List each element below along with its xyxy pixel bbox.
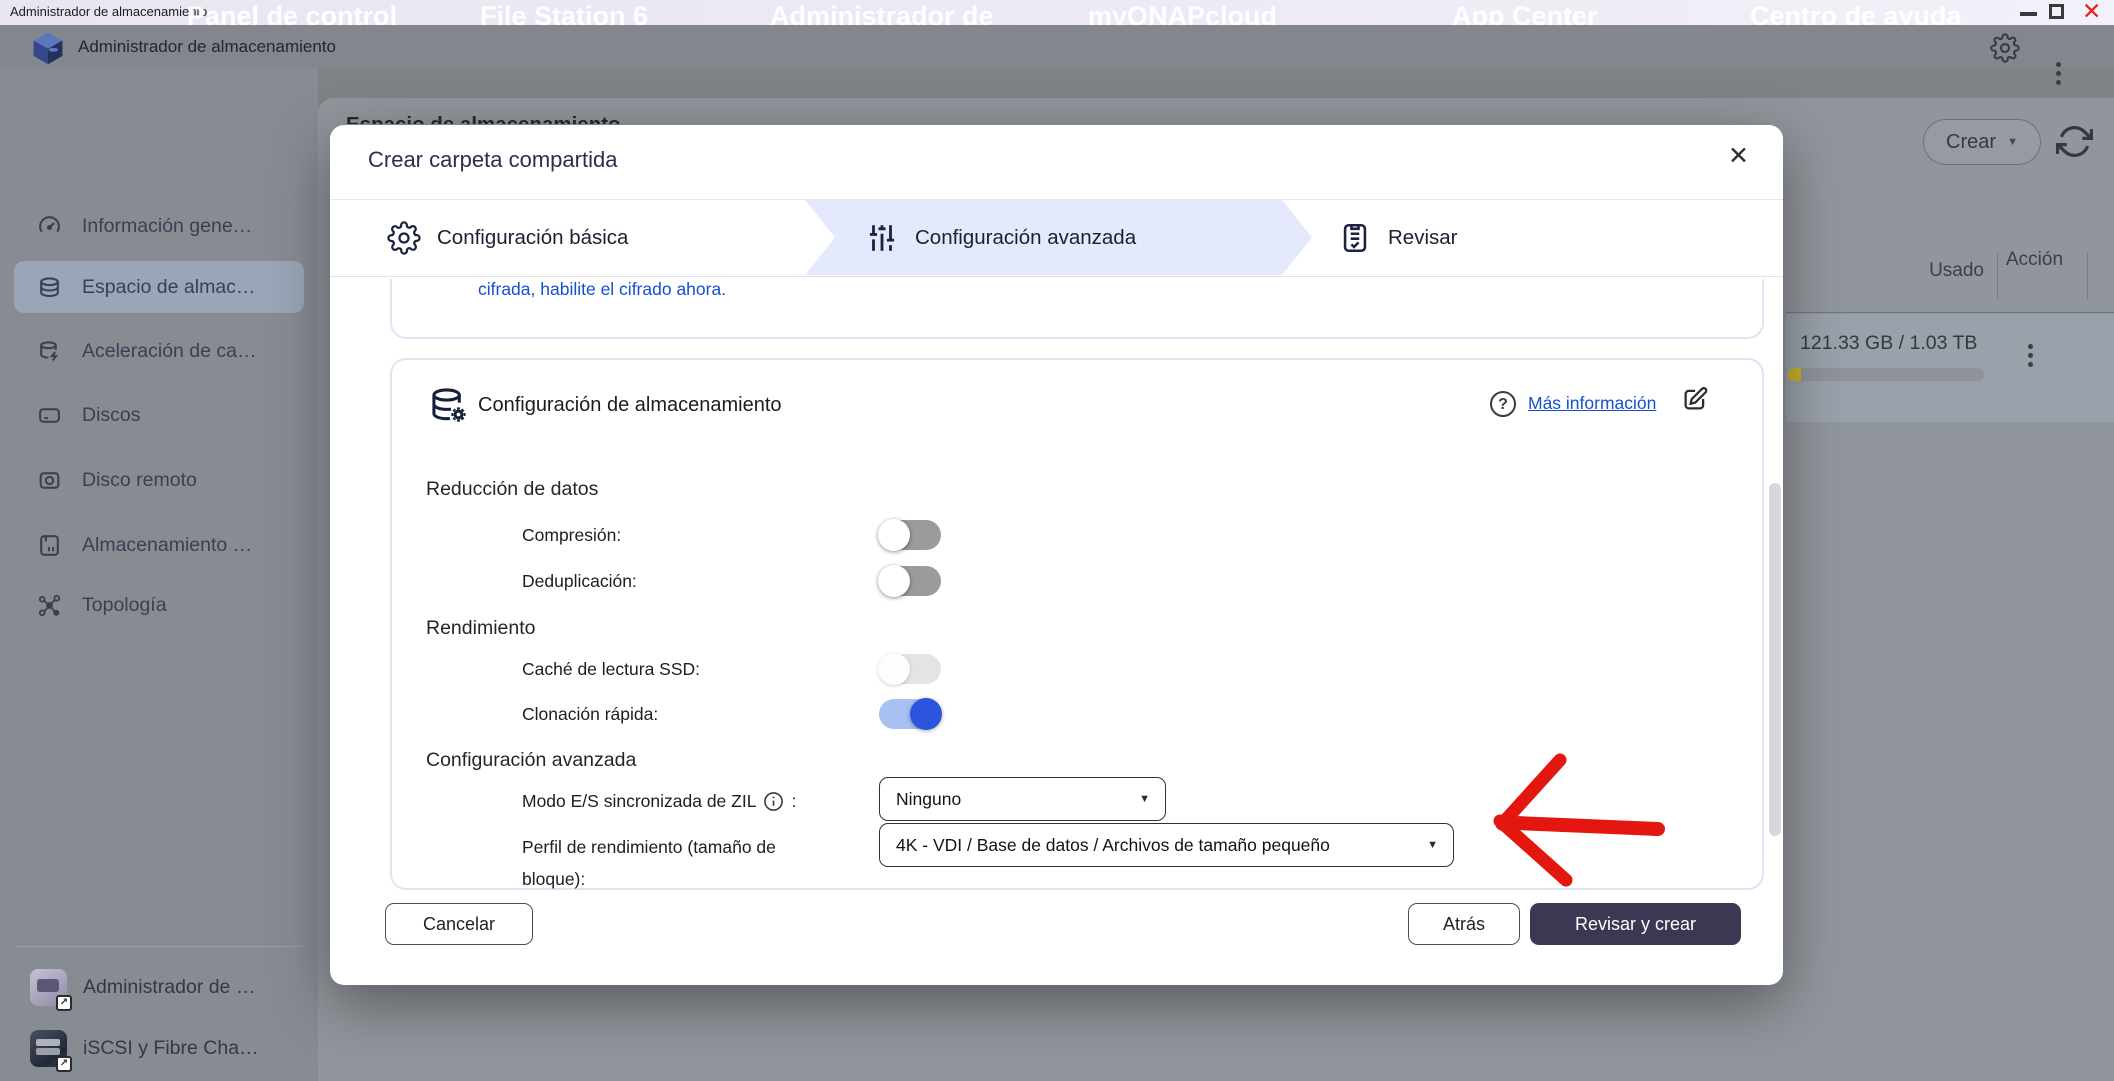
deduplication-toggle[interactable] xyxy=(879,566,941,596)
create-button[interactable]: Crear ▼ xyxy=(1923,119,2041,165)
sidebar-item-almacenamiento-externo[interactable]: Almacenamiento … xyxy=(0,523,318,567)
external-app-icon: ↗ xyxy=(30,969,67,1006)
review-and-create-button[interactable]: Revisar y crear xyxy=(1530,903,1741,945)
deduplication-label: Deduplicación: xyxy=(522,571,637,592)
window-title: Administrador de almacenamiento xyxy=(10,4,207,19)
taskbar-item-panel-de-control[interactable]: Panel de control xyxy=(187,1,397,25)
app-title: Administrador de almacenamiento xyxy=(78,37,336,57)
app-header: Administrador de almacenamiento xyxy=(0,25,2114,68)
disk-icon xyxy=(36,402,63,429)
minimize-icon[interactable] xyxy=(2020,12,2037,16)
sidebar-item-topologia[interactable]: Topología xyxy=(0,583,318,627)
modal-scrollbar-thumb[interactable] xyxy=(1769,483,1781,836)
taskbar-item-administrador[interactable]: Administrador de xyxy=(770,1,994,25)
encryption-note-link[interactable]: cifrada, habilite el cifrado ahora. xyxy=(478,279,726,300)
refresh-icon[interactable] xyxy=(2056,123,2093,160)
close-window-icon[interactable]: ✕ xyxy=(2082,0,2101,25)
sidebar-item-administrador-externo[interactable]: ↗ Administrador de … xyxy=(0,965,318,1009)
wizard-steps: Configuración básica Configuración avanz… xyxy=(330,200,1783,275)
sidebar-divider xyxy=(16,946,302,947)
step-configuracion-basica[interactable]: Configuración básica xyxy=(387,200,628,275)
sliders-icon xyxy=(865,221,899,255)
page-title: Espacio de almacenamiento xyxy=(346,113,846,124)
taskbar-item-app-center[interactable]: App Center xyxy=(1452,1,1598,25)
edit-icon[interactable] xyxy=(1680,384,1710,414)
sidebar-item-disco-remoto[interactable]: Disco remoto xyxy=(0,458,318,502)
create-shared-folder-dialog: Crear carpeta compartida ✕ Configuración… xyxy=(330,125,1783,985)
app-logo-cube-icon xyxy=(30,30,66,66)
review-checklist-icon xyxy=(1338,221,1372,255)
compression-toggle[interactable] xyxy=(879,520,941,550)
storage-pool-icon xyxy=(36,274,63,301)
group-heading-performance: Rendimiento xyxy=(426,617,535,640)
sidebar-item-aceleracion-de-cache[interactable]: Aceleración de ca… xyxy=(0,329,318,373)
taskbar-item-centro-de-ayuda[interactable]: Centro de ayuda xyxy=(1750,1,1962,25)
compression-label: Compresión: xyxy=(522,525,621,546)
fast-clone-label: Clonación rápida: xyxy=(522,704,658,725)
zil-label-row: Modo E/S sincronizada de ZIL : xyxy=(522,791,796,812)
cancel-button[interactable]: Cancelar xyxy=(385,903,533,945)
gauge-icon xyxy=(36,213,63,240)
ssd-cache-label: Caché de lectura SSD: xyxy=(522,659,700,680)
performance-profile-select[interactable]: 4K - VDI / Base de datos / Archivos de t… xyxy=(879,823,1454,867)
taskbar-item-myqnapcloud[interactable]: myQNAPcloud xyxy=(1088,1,1277,25)
red-annotation-arrow xyxy=(1476,747,1686,892)
external-app-icon: ↗ xyxy=(30,1030,67,1067)
used-capacity-value: 121.33 GB / 1.03 TB xyxy=(1800,332,1977,355)
group-heading-advanced: Configuración avanzada xyxy=(426,749,636,772)
sidebar-item-discos[interactable]: Discos xyxy=(0,393,318,437)
sidebar: Información gene… Espacio de almac… Acel… xyxy=(0,68,318,1081)
more-info-link[interactable]: Más información xyxy=(1528,393,1656,414)
step-revisar[interactable]: Revisar xyxy=(1338,200,1458,275)
column-divider xyxy=(2087,253,2088,299)
external-storage-icon xyxy=(36,532,63,559)
sidebar-item-espacio-de-almacenamiento[interactable]: Espacio de almac… xyxy=(0,265,318,309)
info-icon[interactable] xyxy=(763,791,784,812)
topology-icon xyxy=(36,592,63,619)
fast-clone-toggle[interactable] xyxy=(879,699,941,729)
sidebar-item-informacion-general[interactable]: Información gene… xyxy=(0,204,318,248)
close-icon[interactable]: ✕ xyxy=(1728,141,1749,171)
storage-settings-icon xyxy=(428,384,472,428)
chevron-down-icon: ▼ xyxy=(1139,793,1150,805)
remote-disk-icon xyxy=(36,467,63,494)
help-icon[interactable]: ? xyxy=(1490,391,1516,417)
back-button[interactable]: Atrás xyxy=(1408,903,1520,945)
step-configuracion-avanzada[interactable]: Configuración avanzada xyxy=(865,200,1136,275)
table-header-underline xyxy=(1786,312,2114,313)
column-header-usado[interactable]: Usado xyxy=(1880,260,1984,282)
dialog-title: Crear carpeta compartida xyxy=(368,147,617,173)
column-divider xyxy=(1997,253,1998,299)
header-kebab-menu-icon[interactable] xyxy=(2056,62,2061,67)
gear-icon xyxy=(387,221,421,255)
section-title: Configuración de almacenamiento xyxy=(478,394,782,417)
row-kebab-menu-icon[interactable] xyxy=(2028,344,2033,349)
external-link-icon: ↗ xyxy=(56,995,72,1011)
chevron-down-icon: ▼ xyxy=(2007,136,2018,148)
chevron-down-icon: ▼ xyxy=(1427,839,1438,851)
performance-profile-label: Perfil de rendimiento (tamaño de bloque)… xyxy=(522,831,822,895)
group-heading-data-reduction: Reducción de datos xyxy=(426,478,598,501)
encryption-card: cifrada, habilite el cifrado ahora. xyxy=(390,279,1764,339)
screen: Administrador de almacenamiento Panel de… xyxy=(0,0,2114,1081)
capacity-progress-bar xyxy=(1788,368,1984,381)
gear-icon[interactable] xyxy=(1990,33,2020,63)
zil-mode-select[interactable]: Ninguno ▼ xyxy=(879,777,1166,821)
ssd-cache-toggle[interactable] xyxy=(879,654,941,684)
external-link-icon: ↗ xyxy=(56,1056,72,1072)
zil-label: Modo E/S sincronizada de ZIL xyxy=(522,791,756,812)
sidebar-item-iscsi-fibre-channel[interactable]: ↗ iSCSI y Fibre Cha… xyxy=(0,1026,318,1070)
taskbar-item-file-station[interactable]: File Station 6 xyxy=(480,1,648,25)
maximize-icon[interactable] xyxy=(2049,4,2064,19)
column-header-accion[interactable]: Acción xyxy=(2006,247,2066,272)
desktop-taskbar: Administrador de almacenamiento Panel de… xyxy=(0,0,2114,25)
cache-acceleration-icon xyxy=(36,338,63,365)
capacity-progress-fill xyxy=(1788,368,1801,381)
zil-colon: : xyxy=(791,791,796,812)
